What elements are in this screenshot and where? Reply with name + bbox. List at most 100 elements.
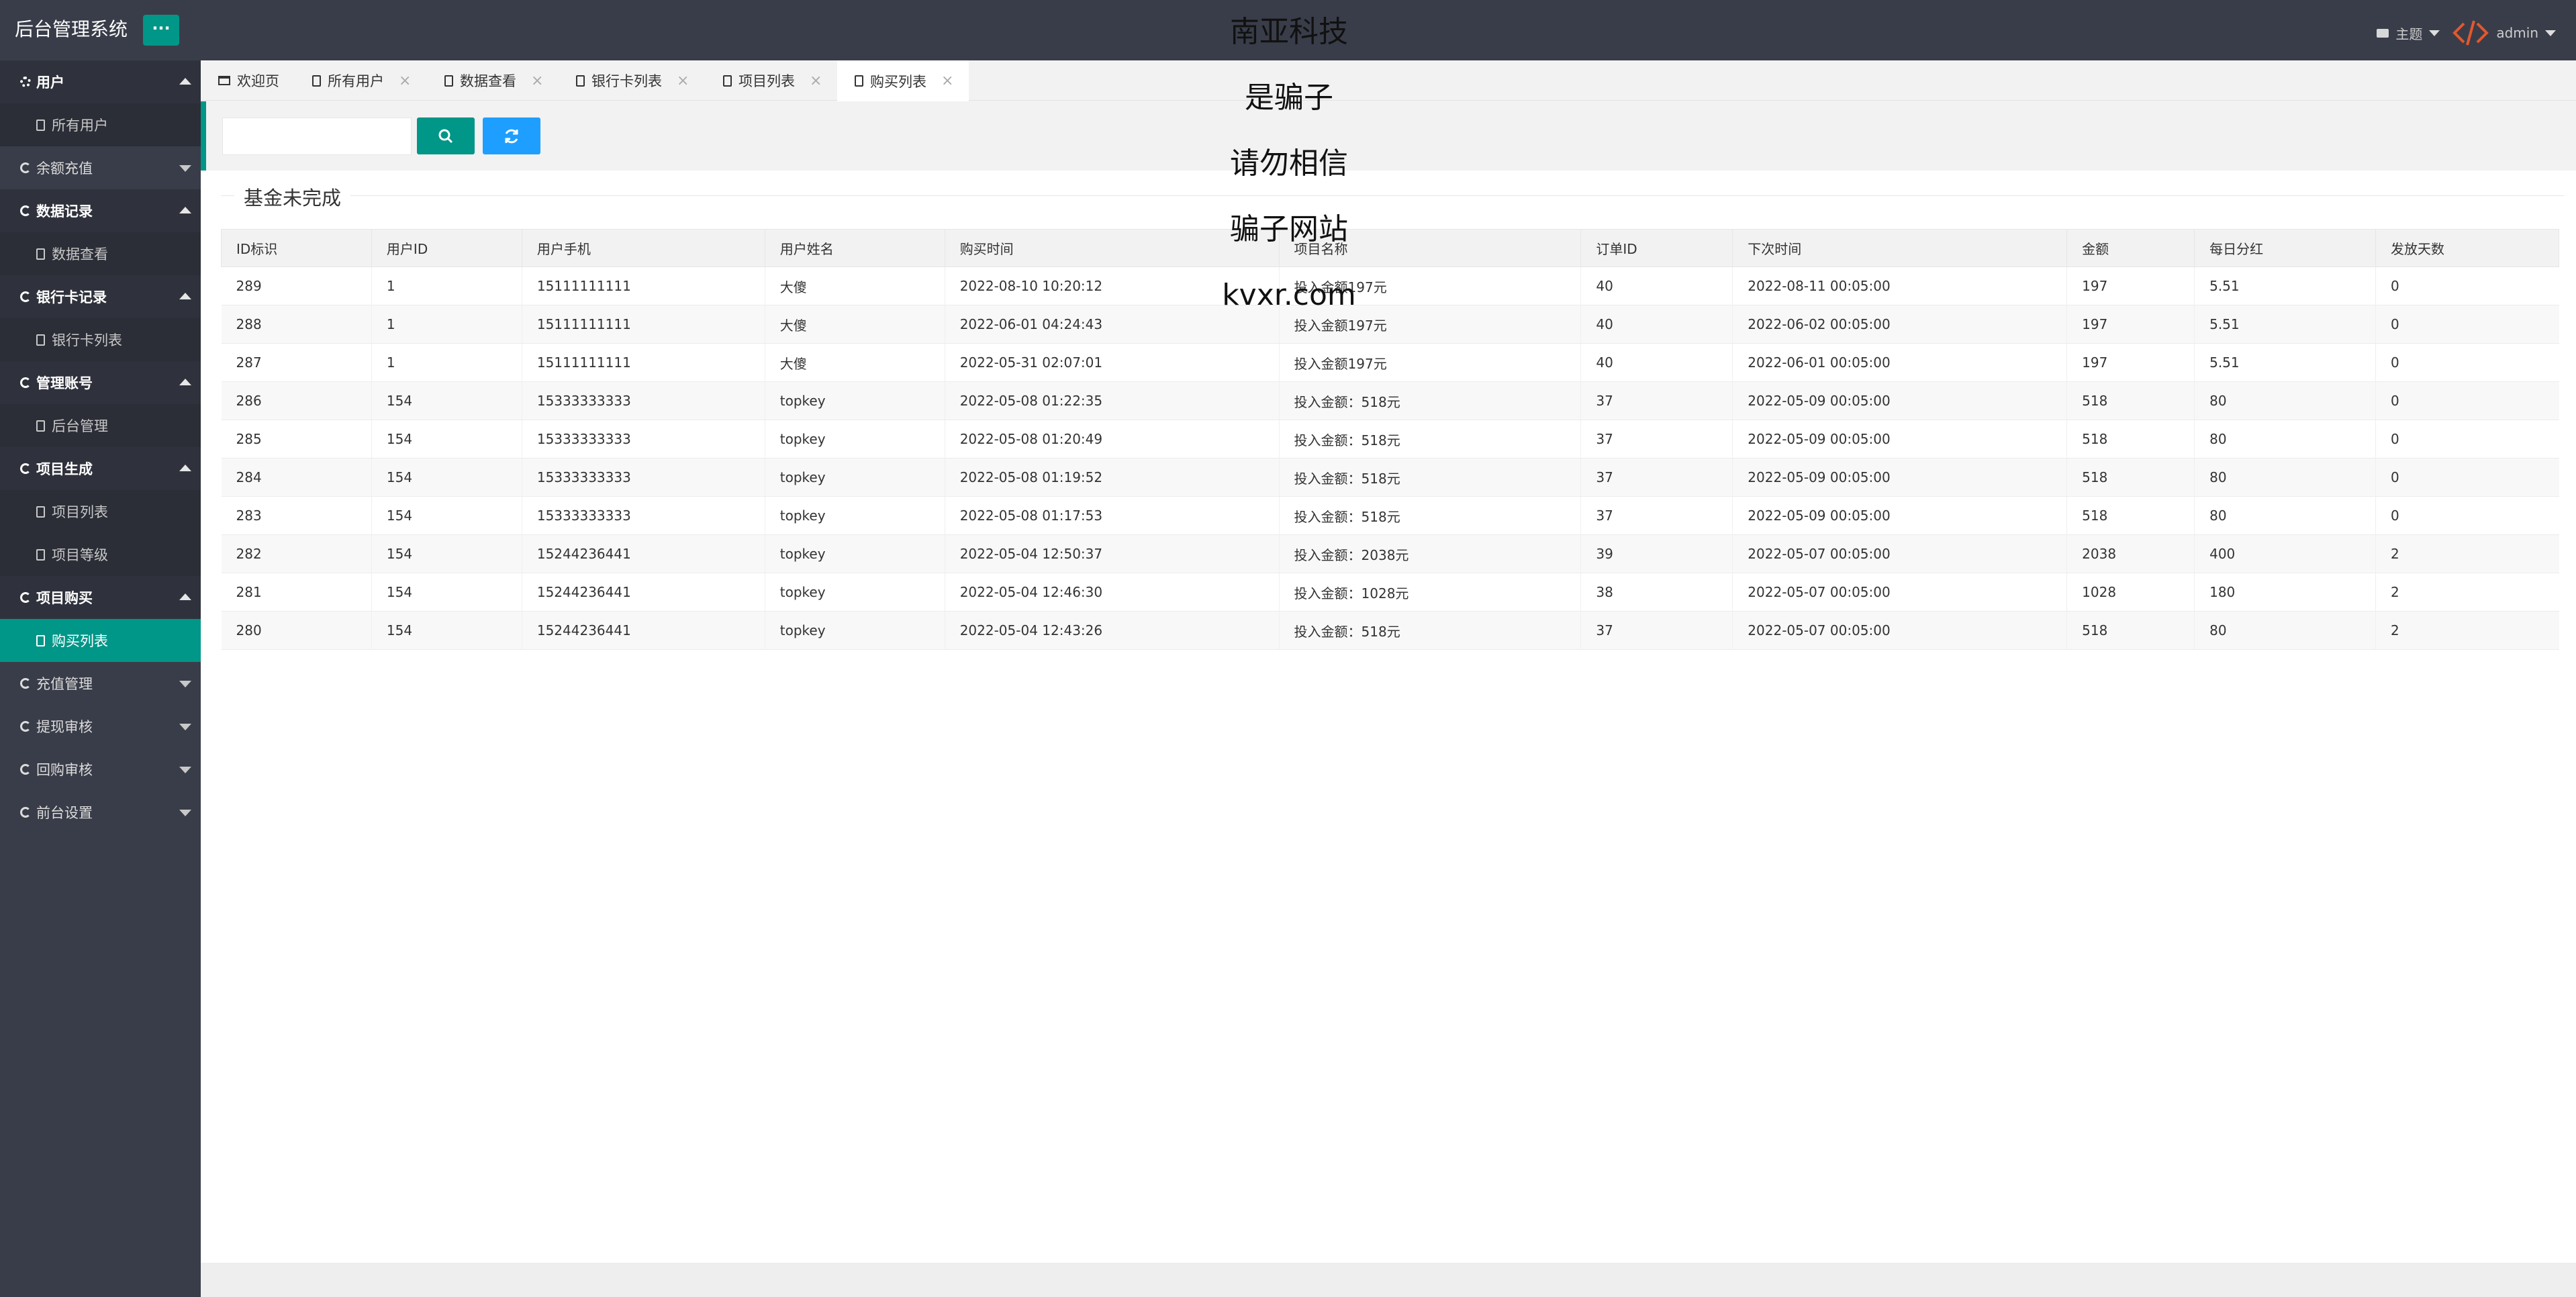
table-row[interactable]: 288 1 15111111111 大傻 2022-06-01 04:24:43 投入金额… bbox=[221, 305, 2559, 344]
sidebar-item-label: 所有用户 bbox=[52, 117, 108, 134]
sidebar-item-4-0[interactable]: 后台管理 bbox=[0, 404, 201, 447]
code-logo-icon bbox=[2452, 20, 2489, 46]
tab-2[interactable]: 数据查看 × bbox=[427, 60, 559, 101]
sidebar-item-0-0[interactable]: 所有用户 bbox=[0, 103, 201, 146]
table-cell: 5.51 bbox=[2194, 305, 2376, 344]
tab-0[interactable]: 欢迎页 bbox=[201, 60, 295, 101]
table-cell: 2022-05-04 12:50:37 bbox=[944, 534, 1280, 573]
table-row[interactable]: 280 154 15244236441 topkey 2022-05-04 12:43:… bbox=[221, 611, 2559, 650]
column-header: 发放天数 bbox=[2375, 229, 2559, 267]
chevron-down-icon bbox=[179, 724, 191, 730]
footer-bar bbox=[201, 1263, 2576, 1297]
sidebar-item-label: 银行卡列表 bbox=[52, 332, 122, 348]
sidebar-group-label: 余额充值 bbox=[36, 160, 93, 177]
chevron-down-icon bbox=[179, 165, 191, 172]
table-cell: 288 bbox=[221, 305, 372, 344]
table-cell: 2022-05-09 00:05:00 bbox=[1732, 496, 2067, 535]
table-row[interactable]: 281 154 15244236441 topkey 2022-05-04 12:46:… bbox=[221, 573, 2559, 612]
table-cell: 2022-05-07 00:05:00 bbox=[1732, 573, 2067, 612]
sidebar-item-5-1[interactable]: 项目等级 bbox=[0, 533, 201, 576]
section-legend: 基金未完成 bbox=[234, 183, 351, 211]
sidebar-item-5-0[interactable]: 项目列表 bbox=[0, 490, 201, 533]
chevron-up-icon bbox=[179, 78, 191, 85]
document-icon bbox=[36, 420, 45, 432]
table-cell: 0 bbox=[2375, 381, 2559, 420]
table-cell: 2022-08-11 00:05:00 bbox=[1732, 267, 2067, 305]
close-icon[interactable]: × bbox=[531, 73, 543, 89]
circle-icon bbox=[20, 592, 31, 603]
table-cell: 283 bbox=[221, 496, 372, 535]
table-row[interactable]: 286 154 15333333333 topkey 2022-05-08 01:22:… bbox=[221, 381, 2559, 420]
table-cell: 投入金额197元 bbox=[1278, 343, 1581, 382]
document-icon bbox=[444, 75, 453, 87]
table-cell: 180 bbox=[2194, 573, 2376, 612]
sidebar-group-4[interactable]: 管理账号 bbox=[0, 361, 201, 404]
table-cell: 2022-05-08 01:19:52 bbox=[944, 458, 1280, 497]
sidebar-group-9[interactable]: 回购审核 bbox=[0, 748, 201, 791]
sidebar-group-label: 管理账号 bbox=[36, 375, 93, 391]
sidebar-item-label: 项目列表 bbox=[52, 504, 108, 520]
sidebar-item-3-0[interactable]: 银行卡列表 bbox=[0, 318, 201, 361]
sidebar-group-10[interactable]: 前台设置 bbox=[0, 791, 201, 834]
table-cell: 2022-05-07 00:05:00 bbox=[1732, 534, 2067, 573]
sidebar-item-2-0[interactable]: 数据查看 bbox=[0, 232, 201, 275]
search-input[interactable] bbox=[222, 117, 412, 155]
table-cell: 投入金额：518元 bbox=[1278, 381, 1581, 420]
theme-menu[interactable]: 主题 bbox=[2377, 23, 2440, 43]
search-button[interactable] bbox=[417, 117, 475, 154]
refresh-button[interactable] bbox=[483, 117, 540, 154]
sidebar-group-1[interactable]: 余额充值 bbox=[0, 146, 201, 189]
table-cell: 投入金额197元 bbox=[1278, 305, 1581, 344]
sidebar-group-8[interactable]: 提现审核 bbox=[0, 705, 201, 748]
circle-icon bbox=[20, 721, 31, 732]
table-cell: topkey bbox=[764, 458, 945, 497]
chevron-up-icon bbox=[179, 379, 191, 385]
table-row[interactable]: 287 1 15111111111 大傻 2022-05-31 02:07:01 投入金额… bbox=[221, 343, 2559, 382]
table-cell: 197 bbox=[2066, 305, 2195, 344]
tab-3[interactable]: 银行卡列表 × bbox=[559, 60, 706, 101]
table-cell: 大傻 bbox=[764, 305, 945, 344]
table-cell: 0 bbox=[2375, 343, 2559, 382]
user-menu[interactable]: admin bbox=[2496, 25, 2556, 41]
chevron-up-icon bbox=[179, 293, 191, 299]
tab-4[interactable]: 项目列表 × bbox=[706, 60, 837, 101]
sidebar-group-3[interactable]: 银行卡记录 bbox=[0, 275, 201, 318]
table-cell: 15244236441 bbox=[521, 573, 765, 612]
sidebar-group-2[interactable]: 数据记录 bbox=[0, 189, 201, 232]
table-cell: 投入金额：2038元 bbox=[1278, 534, 1581, 573]
tab-1[interactable]: 所有用户 × bbox=[295, 60, 427, 101]
table-cell: 37 bbox=[1580, 420, 1733, 459]
search-toolbar bbox=[201, 101, 2576, 171]
sidebar-group-7[interactable]: 充值管理 bbox=[0, 662, 201, 705]
sidebar-group-5[interactable]: 项目生成 bbox=[0, 447, 201, 490]
table-cell: 2022-06-01 00:05:00 bbox=[1732, 343, 2067, 382]
table-row[interactable]: 285 154 15333333333 topkey 2022-05-08 01:20:… bbox=[221, 420, 2559, 459]
column-header: 项目名称 bbox=[1278, 229, 1582, 267]
chevron-down-icon bbox=[179, 810, 191, 816]
table-cell: 281 bbox=[221, 573, 372, 612]
table-row[interactable]: 289 1 15111111111 大傻 2022-08-10 10:20:12 投入金额… bbox=[221, 267, 2559, 305]
table-row[interactable]: 282 154 15244236441 topkey 2022-05-04 12:50:… bbox=[221, 534, 2559, 573]
chevron-down-icon bbox=[179, 767, 191, 773]
close-icon[interactable]: × bbox=[677, 73, 689, 89]
sidebar-group-6[interactable]: 项目购买 bbox=[0, 576, 201, 619]
sidebar-group-0[interactable]: 用户 bbox=[0, 60, 201, 103]
table-cell: 2038 bbox=[2066, 534, 2195, 573]
table-cell: 0 bbox=[2375, 267, 2559, 305]
close-icon[interactable]: × bbox=[399, 73, 411, 89]
sidebar-item-6-0[interactable]: 购买列表 bbox=[0, 619, 201, 662]
column-header: 金额 bbox=[2066, 229, 2195, 267]
table-row[interactable]: 283 154 15333333333 topkey 2022-05-08 01:17:… bbox=[221, 496, 2559, 535]
table-cell: 投入金额：518元 bbox=[1278, 611, 1581, 650]
tab-5[interactable]: 购买列表 × bbox=[837, 60, 969, 101]
table-cell: 518 bbox=[2066, 420, 2195, 459]
table-cell: 286 bbox=[221, 381, 372, 420]
table-cell: 2022-05-09 00:05:00 bbox=[1732, 458, 2067, 497]
close-icon[interactable]: × bbox=[941, 73, 953, 89]
close-icon[interactable]: × bbox=[810, 73, 822, 89]
table-cell: 37 bbox=[1580, 611, 1733, 650]
sidebar-group-label: 银行卡记录 bbox=[36, 289, 107, 305]
menu-toggle-button[interactable]: ··· bbox=[143, 15, 179, 46]
table-row[interactable]: 284 154 15333333333 topkey 2022-05-08 01:19:… bbox=[221, 458, 2559, 497]
table-cell: 1 bbox=[371, 305, 522, 344]
